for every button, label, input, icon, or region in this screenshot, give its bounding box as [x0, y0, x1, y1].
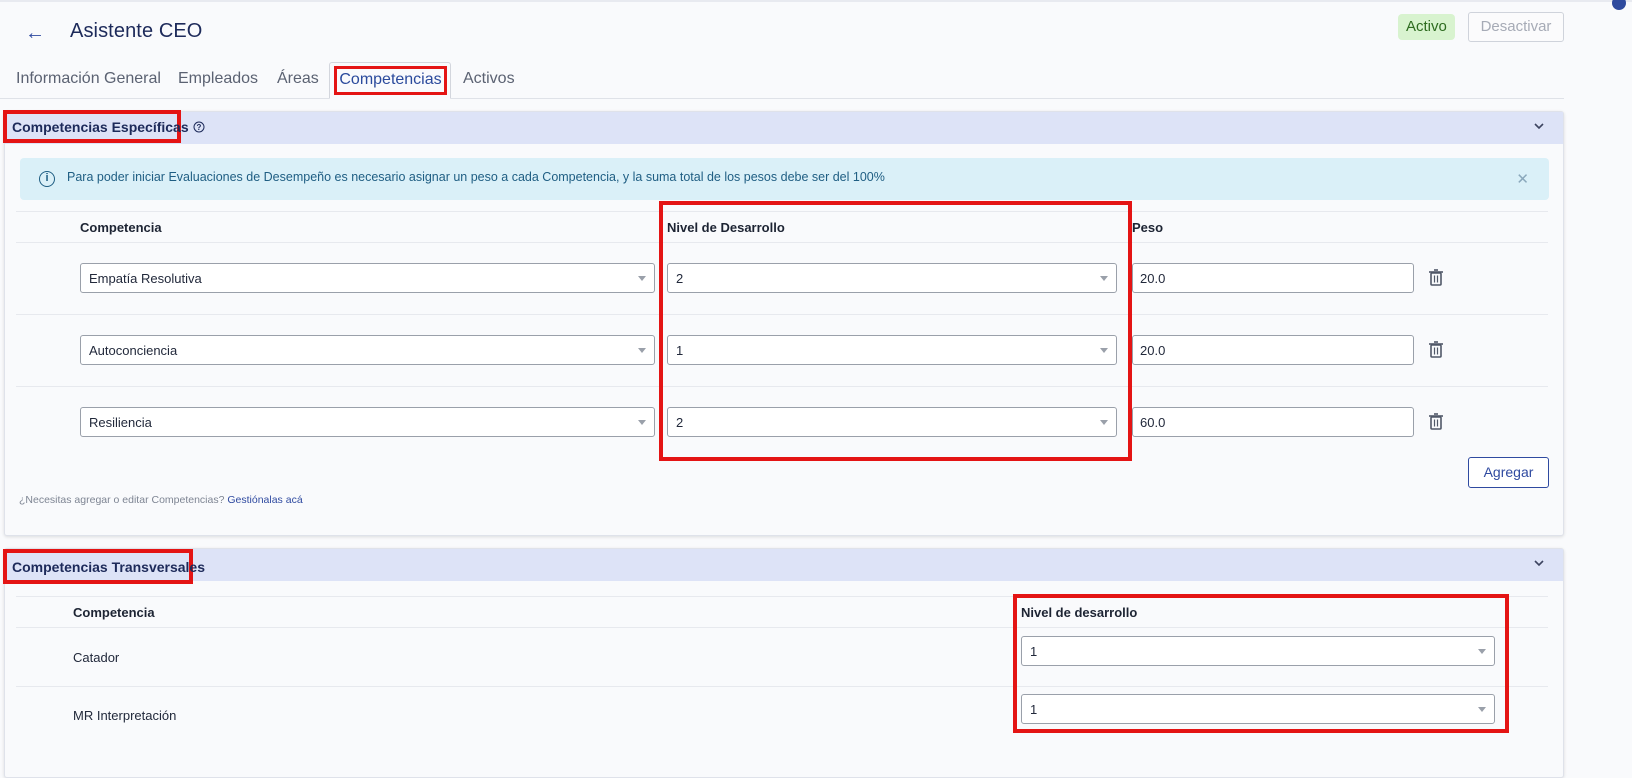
competencia-value: Autoconciencia: [89, 343, 178, 358]
notification-dot: [1612, 0, 1626, 10]
chevron-down-icon[interactable]: [1533, 557, 1545, 569]
competencia-cell: MR Interpretación: [73, 708, 177, 723]
competencia-select[interactable]: Resiliencia: [80, 407, 655, 437]
status-badge: Activo: [1398, 14, 1455, 40]
tab-areas[interactable]: Áreas: [277, 70, 319, 88]
question-circle-icon[interactable]: ?: [193, 121, 205, 133]
close-icon[interactable]: ✕: [1516, 170, 1529, 188]
svg-text:?: ?: [196, 123, 201, 132]
peso-input[interactable]: 20.0: [1132, 335, 1414, 365]
peso-value: 20.0: [1140, 343, 1166, 358]
transversal-competencies-header[interactable]: [5, 549, 1563, 581]
competencia-value: Resiliencia: [89, 415, 152, 430]
peso-value: 60.0: [1140, 415, 1166, 430]
arrow-left-icon[interactable]: ←: [24, 22, 46, 44]
tab-competencias[interactable]: Competencias: [329, 62, 451, 99]
specific-title-text: Competencias Específicas: [12, 119, 189, 135]
tab-competencias-label: Competencias: [334, 66, 447, 95]
tab-activos[interactable]: Activos: [463, 70, 515, 88]
peso-input[interactable]: 60.0: [1132, 407, 1414, 437]
specific-section-title: Competencias Específicas ?: [12, 119, 205, 135]
deactivate-button[interactable]: Desactivar: [1468, 12, 1564, 42]
help-text: ¿Necesitas agregar o editar Competencias…: [19, 494, 303, 506]
trash-icon[interactable]: [1426, 411, 1446, 433]
competencia-select[interactable]: Empatía Resolutiva: [80, 263, 655, 293]
specific-competencies-header[interactable]: [5, 112, 1563, 144]
info-alert-text: Para poder iniciar Evaluaciones de Desem…: [67, 170, 885, 184]
highlight-nivel-column: [659, 201, 1132, 461]
caret-down-icon: [638, 348, 646, 353]
manage-competencias-link[interactable]: Gestiónalas acá: [227, 494, 302, 506]
competencia-value: Empatía Resolutiva: [89, 271, 202, 286]
caret-down-icon: [638, 420, 646, 425]
info-icon: i: [39, 171, 55, 187]
column-header-peso: Peso: [1132, 220, 1164, 235]
help-text-question: ¿Necesitas agregar o editar Competencias…: [19, 494, 225, 506]
peso-input[interactable]: 20.0: [1132, 263, 1414, 293]
caret-down-icon: [638, 276, 646, 281]
tab-empleados[interactable]: Empleados: [178, 70, 258, 88]
column-header-competencia: Competencia: [80, 220, 162, 235]
page-title: Asistente CEO: [70, 20, 203, 42]
peso-value: 20.0: [1140, 271, 1166, 286]
competencia-cell: Catador: [73, 650, 120, 665]
tab-bar: Información General Empleados Áreas Comp…: [0, 62, 1564, 99]
trash-icon[interactable]: [1426, 339, 1446, 361]
add-button[interactable]: Agregar: [1468, 457, 1549, 488]
transversal-section-title: Competencias Transversales: [12, 559, 205, 575]
competencia-select[interactable]: Autoconciencia: [80, 335, 655, 365]
chevron-down-icon[interactable]: [1533, 120, 1545, 132]
trash-icon[interactable]: [1426, 267, 1446, 289]
info-alert: i Para poder iniciar Evaluaciones de Des…: [20, 158, 1549, 200]
column-header-competencia: Competencia: [73, 605, 155, 620]
top-bar: [0, 0, 1632, 2]
highlight-nivel-column-transversal: [1013, 594, 1509, 733]
tab-informacion-general[interactable]: Información General: [16, 70, 161, 88]
